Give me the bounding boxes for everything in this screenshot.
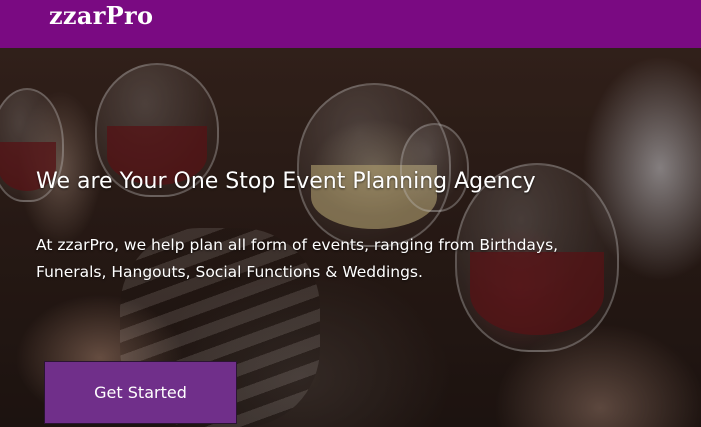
navbar: zzarPro: [0, 0, 701, 48]
get-started-button[interactable]: Get Started: [44, 361, 237, 424]
brand-logo[interactable]: zzarPro: [49, 1, 153, 30]
hero-headline: We are Your One Stop Event Planning Agen…: [36, 169, 536, 194]
hero-description: At zzarPro, we help plan all form of eve…: [36, 236, 559, 281]
